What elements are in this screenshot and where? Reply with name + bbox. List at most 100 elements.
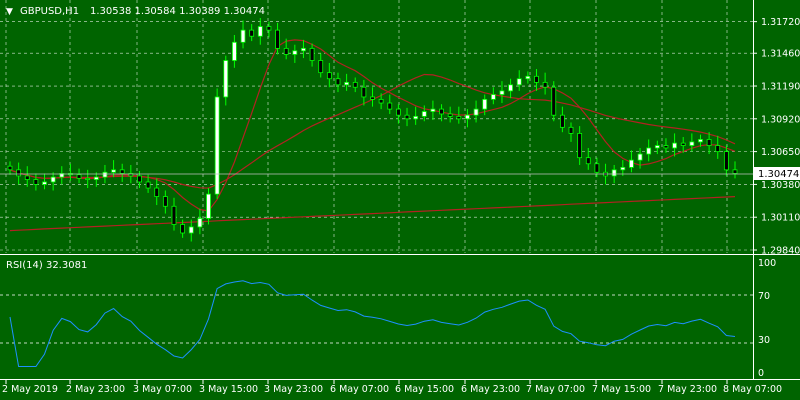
candle-body[interactable] [162,196,168,207]
y-tick-label: 1.31720 [761,17,800,28]
price-panel[interactable] [0,0,753,253]
candle-body[interactable] [551,86,557,116]
candle-body[interactable] [257,26,263,37]
candle-body[interactable] [111,169,116,173]
y-tick-label: 1.30650 [761,147,800,158]
candle-body[interactable] [715,145,721,153]
candle-body[interactable] [395,108,401,116]
candle-body[interactable] [240,29,246,43]
candle-body[interactable] [611,169,617,177]
candle-body[interactable] [309,47,315,61]
candle-body[interactable] [680,142,686,146]
candle-body[interactable] [629,159,634,168]
candle-body[interactable] [24,175,30,180]
candle-body[interactable] [706,139,712,146]
candle-body[interactable] [232,41,237,61]
candle-body[interactable] [318,60,324,74]
candle-body[interactable] [145,181,151,189]
candle-body[interactable] [672,142,677,149]
candle-body[interactable] [490,94,496,100]
x-tick-label: 8 May 07:00 [723,384,782,395]
candle-body[interactable] [301,47,306,52]
candle-body[interactable] [7,165,13,171]
candle-body[interactable] [620,167,626,171]
candle-body[interactable] [413,115,419,120]
candle-body[interactable] [447,113,453,117]
x-tick-label: 2 May 23:00 [66,384,125,395]
candle-body[interactable] [387,102,393,110]
candle-body[interactable] [93,176,99,180]
rsi-tick-label: 0 [758,368,764,379]
candle-body[interactable] [663,145,669,149]
candle-body[interactable] [171,205,177,225]
candle-body[interactable] [421,111,427,117]
candle-body[interactable] [430,108,436,112]
x-tick-label: 7 May 15:00 [592,384,651,395]
candle-body[interactable] [85,177,91,180]
candle-body[interactable] [559,114,565,128]
candle-body[interactable] [266,26,272,31]
candle-body[interactable] [577,132,583,159]
x-tick-label: 7 May 23:00 [658,384,717,395]
candle-body[interactable] [585,157,591,165]
candle-body[interactable] [439,108,444,115]
rsi-tick-label: 100 [758,258,776,269]
candle-body[interactable] [456,115,462,120]
candle-body[interactable] [732,169,738,174]
candle-body[interactable] [508,84,513,92]
candle-body[interactable] [654,145,660,149]
candle-body[interactable] [378,98,384,104]
candle-body[interactable] [119,169,125,174]
candle-body[interactable] [344,81,350,86]
candle-body[interactable] [214,96,220,195]
candle-body[interactable] [637,153,643,161]
candle-body[interactable] [594,163,600,173]
candle-body[interactable] [42,181,47,185]
candle-body[interactable] [223,60,229,98]
candle-body[interactable] [646,147,652,155]
candle-body[interactable] [154,187,160,197]
symbol-dropdown-icon[interactable]: ▼ [6,7,13,17]
symbol-label: GBPUSD,H1 [20,6,79,17]
candle-body[interactable] [292,50,298,55]
y-tick-label: 1.31190 [761,82,800,93]
candle-body[interactable] [534,75,539,83]
candle-body[interactable] [283,47,289,55]
candle-body[interactable] [197,218,203,228]
candle-body[interactable] [275,29,280,49]
candle-body[interactable] [370,96,375,100]
candle-body[interactable] [326,72,332,80]
candle-body[interactable] [542,81,548,88]
candle-body[interactable] [50,176,56,183]
price-chart[interactable]: 1.30474 ▼ GBPUSD,H1 1.30538 1.30584 1.30… [0,0,800,400]
y-tick-label: 1.30110 [761,213,800,224]
candle-body[interactable] [180,224,186,234]
candle-body[interactable] [482,98,488,110]
candle-body[interactable] [335,78,341,86]
candle-body[interactable] [76,174,82,179]
candle-body[interactable] [689,141,695,146]
chart-window[interactable]: 1.30474 ▼ GBPUSD,H1 1.30538 1.30584 1.30… [0,0,800,400]
candle-body[interactable] [102,171,108,178]
candle-body[interactable] [525,75,531,80]
candle-body[interactable] [473,108,479,116]
candle-body[interactable] [249,29,255,37]
x-tick-label: 3 May 15:00 [199,384,258,395]
candle-body[interactable] [33,179,39,185]
candle-body[interactable] [568,126,574,134]
candle-body[interactable] [352,81,358,88]
candle-body[interactable] [188,226,194,234]
candle-body[interactable] [16,169,22,177]
candle-body[interactable] [465,114,470,120]
candle-body[interactable] [206,193,211,219]
candle-body[interactable] [723,151,729,171]
candle-body[interactable] [698,139,703,143]
candle-body[interactable] [499,90,505,95]
candle-body[interactable] [137,175,142,183]
ohlc-label: 1.30538 1.30584 1.30389 1.30474 [90,6,265,17]
rsi-tick-label: 70 [758,291,770,302]
candle-body[interactable] [516,78,522,86]
candle-body[interactable] [404,114,410,120]
candle-body[interactable] [361,86,367,98]
rsi-panel[interactable] [0,256,753,378]
